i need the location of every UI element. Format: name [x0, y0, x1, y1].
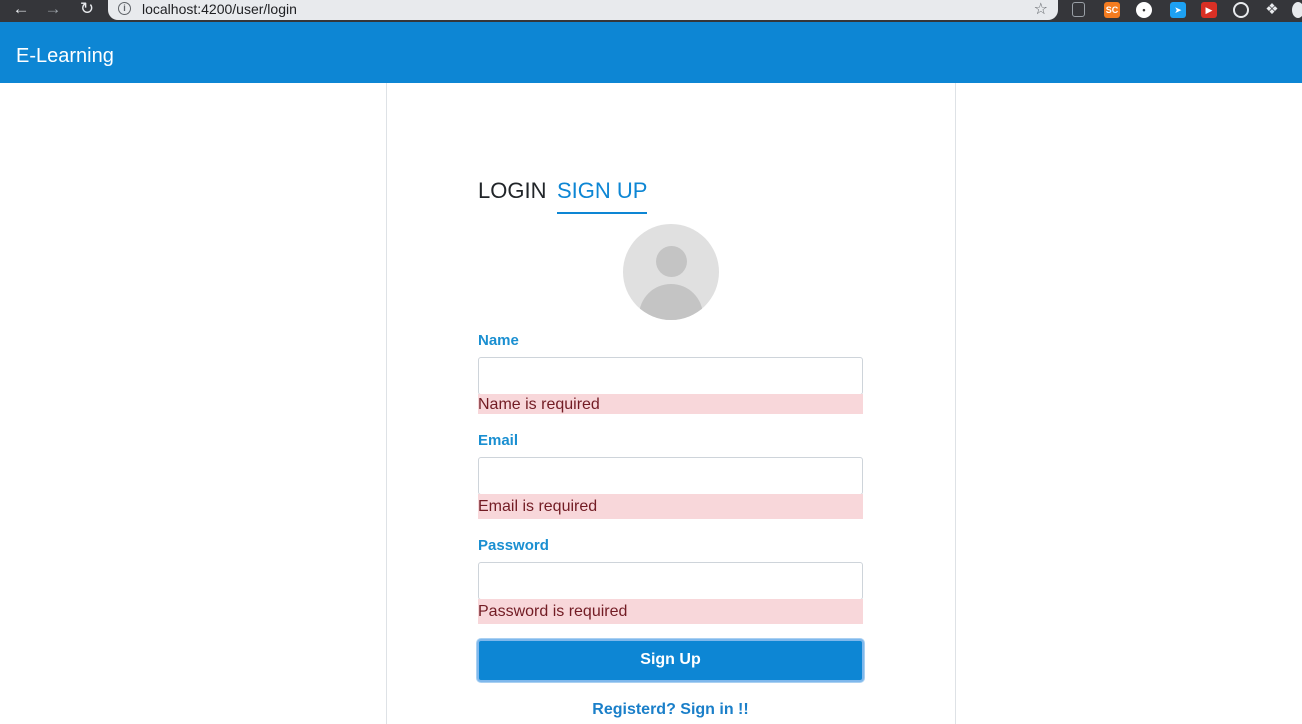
password-input[interactable]	[478, 562, 863, 600]
password-label: Password	[478, 537, 549, 554]
tab-login[interactable]: LOGIN	[478, 176, 546, 206]
bookmark-star-icon[interactable]: ☆	[1034, 0, 1048, 19]
reload-icon[interactable]: ↻	[76, 0, 98, 20]
address-bar[interactable]: i localhost:4200/user/login ☆	[108, 0, 1058, 20]
avatar-head	[656, 246, 687, 277]
reading-list-icon[interactable]	[1072, 2, 1085, 17]
name-label: Name	[478, 332, 519, 349]
extensions-puzzle-icon[interactable]: ❖	[1264, 2, 1280, 18]
tab-signup[interactable]: SIGN UP	[557, 176, 648, 214]
signin-link[interactable]: Registerd? Sign in !!	[478, 700, 863, 719]
password-error: Password is required	[478, 599, 863, 624]
extension-share-icon[interactable]: ➤	[1170, 2, 1186, 18]
back-arrow-icon[interactable]: ←	[10, 0, 32, 20]
app-title[interactable]: E-Learning	[16, 44, 114, 68]
site-info-icon[interactable]: i	[118, 2, 131, 15]
extension-target-icon[interactable]	[1233, 2, 1249, 18]
forward-arrow-icon[interactable]: →	[42, 0, 64, 20]
email-error: Email is required	[478, 494, 863, 519]
profile-avatar-icon[interactable]	[1292, 2, 1302, 18]
url-text[interactable]: localhost:4200/user/login	[142, 1, 297, 17]
email-input[interactable]	[478, 457, 863, 495]
browser-toolbar: ← → ↻ i localhost:4200/user/login ☆ SC •…	[0, 0, 1302, 22]
extension-play-icon[interactable]: ▶	[1201, 2, 1217, 18]
avatar-body	[639, 284, 703, 320]
name-error: Name is required	[478, 394, 863, 414]
name-input[interactable]	[478, 357, 863, 395]
extension-circle-icon[interactable]: •	[1136, 2, 1152, 18]
app-header: E-Learning	[0, 22, 1302, 83]
signup-button[interactable]: Sign Up	[477, 639, 864, 682]
extension-sc-icon[interactable]: SC	[1104, 2, 1120, 18]
email-label: Email	[478, 432, 519, 449]
user-avatar-icon	[623, 224, 719, 320]
